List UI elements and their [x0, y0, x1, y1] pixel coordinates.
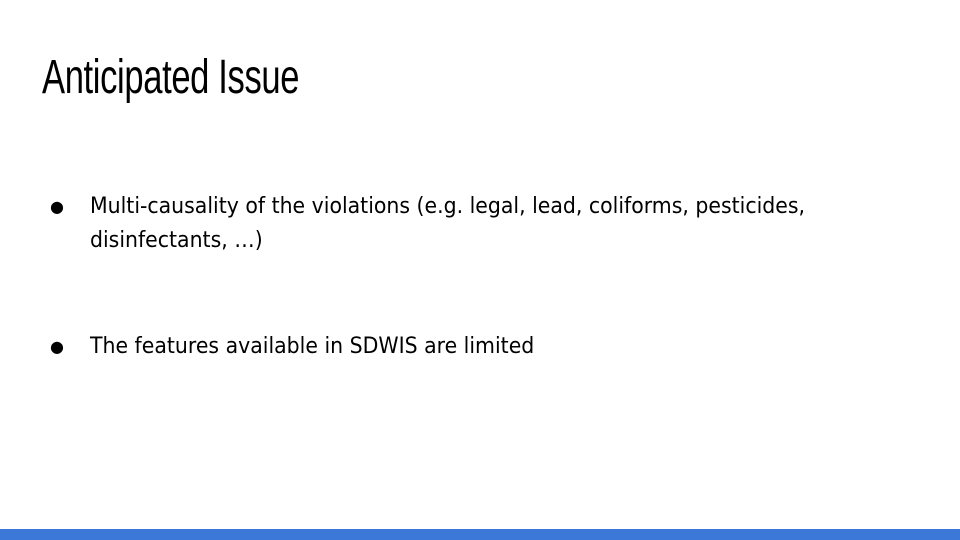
bullet-text: Multi-causality of the violations (e.g. …: [90, 194, 806, 253]
bullet-item: ● The features available in SDWIS are li…: [50, 330, 880, 364]
slide: Anticipated Issue ● Multi-causality of t…: [0, 0, 960, 540]
bullet-marker: ●: [50, 337, 64, 356]
bullet-marker: ●: [50, 197, 64, 216]
bullet-item: ● Multi-causality of the violations (e.g…: [50, 190, 880, 258]
footer-accent-bar: [0, 529, 960, 540]
bullet-text: The features available in SDWIS are limi…: [90, 334, 535, 359]
bullet-list: ● Multi-causality of the violations (e.g…: [0, 0, 960, 540]
